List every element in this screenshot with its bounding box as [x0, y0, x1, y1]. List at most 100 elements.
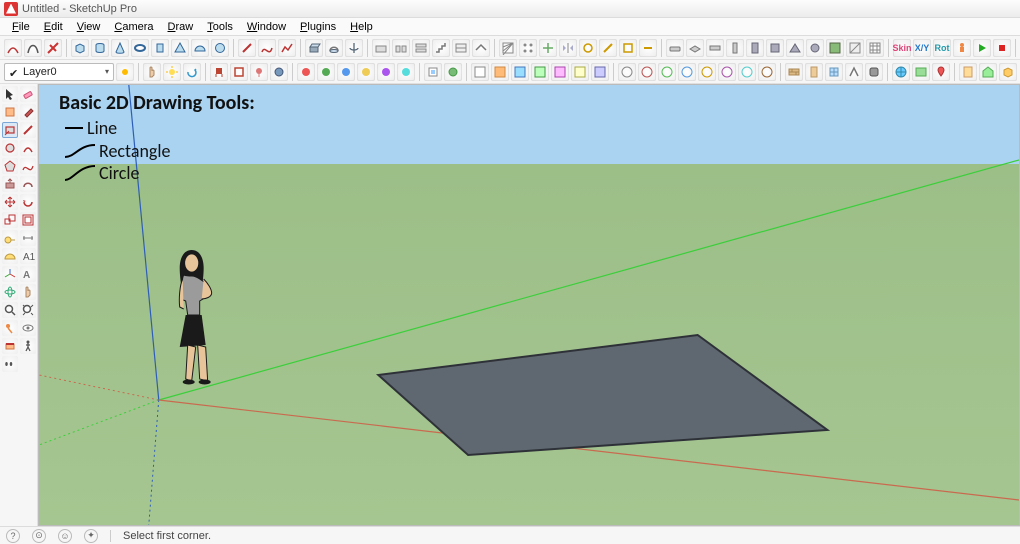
tool-c4-icon[interactable] [678, 63, 696, 81]
tool-line-icon[interactable] [238, 39, 256, 57]
tool-box-icon[interactable] [71, 39, 89, 57]
tool-grid3-icon[interactable] [866, 39, 884, 57]
tool-c2-icon[interactable] [638, 63, 656, 81]
tool-array2-icon[interactable] [539, 39, 557, 57]
line-tool-icon[interactable] [20, 122, 36, 138]
tool-c3-icon[interactable] [658, 63, 676, 81]
menu-file[interactable]: File [6, 20, 36, 34]
tool-beam-icon[interactable] [706, 39, 724, 57]
tool-sun2-icon[interactable] [163, 63, 181, 81]
pushpull-tool-icon[interactable] [2, 176, 18, 192]
tool-door-icon[interactable] [805, 63, 823, 81]
zoom-extents-tool-icon[interactable] [20, 302, 36, 318]
tool-bezier-icon[interactable] [24, 39, 42, 57]
tool-hatch-icon[interactable] [499, 39, 517, 57]
eraser-tool-icon[interactable] [20, 86, 36, 102]
tool-wall-icon[interactable] [452, 39, 470, 57]
tool-export-icon[interactable] [424, 63, 442, 81]
tool-extrude-icon[interactable] [305, 39, 323, 57]
rotate-tool-icon[interactable] [20, 194, 36, 210]
tool-s1-icon[interactable] [471, 63, 489, 81]
tool-freehand-icon[interactable] [258, 39, 276, 57]
tool-skin-icon[interactable]: Skin [893, 39, 911, 57]
tape-tool-icon[interactable] [2, 230, 18, 246]
section-tool-icon[interactable] [2, 338, 18, 354]
tool-col5-icon[interactable] [806, 39, 824, 57]
tool-s5-icon[interactable] [551, 63, 569, 81]
viewport-3d[interactable]: Basic 2D Drawing Tools: Line Rectangle C… [38, 84, 1020, 526]
paint-tool-icon[interactable] [20, 104, 36, 120]
tool-cone-icon[interactable] [111, 39, 129, 57]
tool-s7-icon[interactable] [591, 63, 609, 81]
tool-cube2-icon[interactable] [999, 63, 1017, 81]
tool-pyramid-icon[interactable] [171, 39, 189, 57]
tool-person-icon[interactable] [953, 39, 971, 57]
offset-tool-icon[interactable] [20, 212, 36, 228]
help-icon[interactable]: ? [6, 529, 20, 543]
tool-refresh-icon[interactable] [183, 63, 201, 81]
tool-g3-icon[interactable] [337, 63, 355, 81]
tool-col4-icon[interactable] [786, 39, 804, 57]
tool-col2-icon[interactable] [746, 39, 764, 57]
layer-settings-icon[interactable] [116, 63, 134, 81]
tool-misc2-icon[interactable] [599, 39, 617, 57]
protractor-tool-icon[interactable] [2, 248, 18, 264]
tool-component-icon[interactable] [230, 63, 248, 81]
zoom-tool-icon[interactable] [2, 302, 18, 318]
tool-misc-b-icon[interactable] [865, 63, 883, 81]
tool-col3-icon[interactable] [766, 39, 784, 57]
tool-misc1-icon[interactable] [579, 39, 597, 57]
tool-pin-icon[interactable] [932, 63, 950, 81]
menu-camera[interactable]: Camera [108, 20, 159, 34]
tool-revolve-icon[interactable] [345, 39, 363, 57]
tool-polyline-icon[interactable] [278, 39, 296, 57]
freehand-tool-icon[interactable] [20, 158, 36, 174]
tool-s4-icon[interactable] [531, 63, 549, 81]
rectangle-tool-icon[interactable] [2, 122, 18, 138]
tool-globe-icon[interactable] [892, 63, 910, 81]
tool-stop-icon[interactable] [993, 39, 1011, 57]
tool-misc-a-icon[interactable] [845, 63, 863, 81]
tool-hatch2-icon[interactable] [846, 39, 864, 57]
geo-icon[interactable]: ⊙ [32, 529, 46, 543]
tool-torus-icon[interactable] [131, 39, 149, 57]
dimension-tool-icon[interactable] [20, 230, 36, 246]
tool-play-icon[interactable] [973, 39, 991, 57]
text-tool-icon[interactable]: A1 [20, 248, 36, 264]
select-tool-icon[interactable] [2, 86, 18, 102]
menu-tools[interactable]: Tools [201, 20, 239, 34]
component-tool-icon[interactable] [2, 104, 18, 120]
pan-tool-icon[interactable] [20, 284, 36, 300]
tool-window2-icon[interactable] [825, 63, 843, 81]
tool-g5-icon[interactable] [377, 63, 395, 81]
look-around-icon[interactable] [20, 320, 36, 336]
tool-comp3-icon[interactable] [412, 39, 430, 57]
tool-wall2-icon[interactable] [785, 63, 803, 81]
tool-c5-icon[interactable] [698, 63, 716, 81]
tool-comp2-icon[interactable] [392, 39, 410, 57]
tool-tube-icon[interactable] [151, 39, 169, 57]
tool-s6-icon[interactable] [571, 63, 589, 81]
tool-cylinder-icon[interactable] [91, 39, 109, 57]
tool-g2-icon[interactable] [317, 63, 335, 81]
tool-array1-icon[interactable] [519, 39, 537, 57]
tool-map-icon[interactable] [912, 63, 930, 81]
tool-rot-icon[interactable]: Rot [933, 39, 951, 57]
followme-tool-icon[interactable] [20, 176, 36, 192]
tool-g1-icon[interactable] [297, 63, 315, 81]
axes-tool-icon[interactable] [2, 266, 18, 282]
tool-s3-icon[interactable] [511, 63, 529, 81]
tool-tex-icon[interactable] [826, 39, 844, 57]
3dtext-tool-icon[interactable]: A [20, 266, 36, 282]
tool-col1-icon[interactable] [726, 39, 744, 57]
tool-c8-icon[interactable] [758, 63, 776, 81]
tool-xy-icon[interactable]: X/Y [913, 39, 931, 57]
tool-tag-icon[interactable] [979, 63, 997, 81]
scale-tool-icon[interactable] [2, 212, 18, 228]
tool-chair-icon[interactable] [210, 63, 228, 81]
credit-icon[interactable]: ✦ [84, 529, 98, 543]
tool-divide-icon[interactable] [44, 39, 62, 57]
tool-car1-icon[interactable] [666, 39, 684, 57]
tool-arc-icon[interactable] [4, 39, 22, 57]
tool-book-icon[interactable] [959, 63, 977, 81]
